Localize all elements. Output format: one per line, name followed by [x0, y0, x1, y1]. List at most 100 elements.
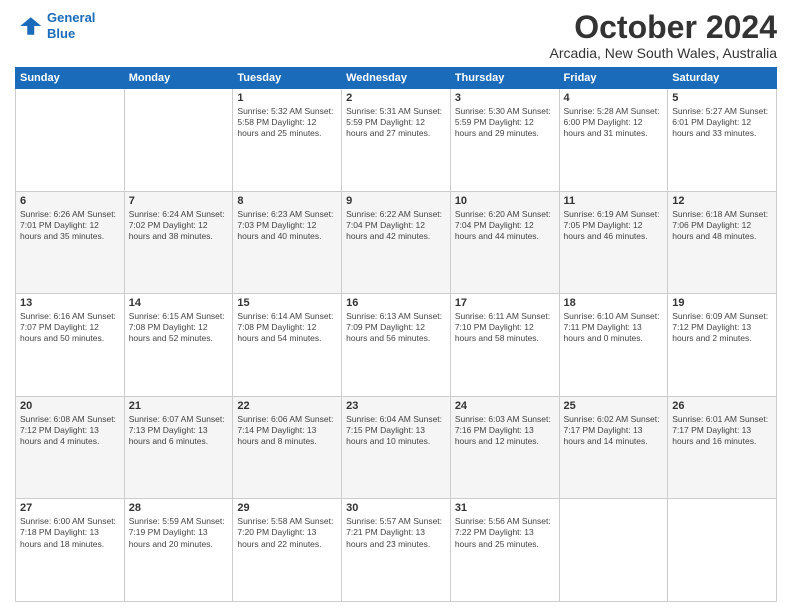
cell-content: Sunrise: 6:23 AM Sunset: 7:03 PM Dayligh… — [237, 209, 337, 242]
day-number: 27 — [20, 502, 120, 514]
cell-content: Sunrise: 6:26 AM Sunset: 7:01 PM Dayligh… — [20, 209, 120, 242]
day-number: 8 — [237, 195, 337, 207]
day-number: 11 — [564, 195, 664, 207]
cell-content: Sunrise: 5:32 AM Sunset: 5:58 PM Dayligh… — [237, 106, 337, 139]
calendar-cell: 19 Sunrise: 6:09 AM Sunset: 7:12 PM Dayli… — [668, 294, 777, 397]
cell-content: Sunrise: 6:11 AM Sunset: 7:10 PM Dayligh… — [455, 311, 555, 344]
title-block: October 2024 Arcadia, New South Wales, A… — [550, 10, 777, 61]
calendar-cell: 4 Sunrise: 5:28 AM Sunset: 6:00 PM Daylig… — [559, 89, 668, 192]
calendar-cell: 10Sunrise: 6:20 AM Sunset: 7:04 PM Dayli… — [450, 191, 559, 294]
cell-content: Sunrise: 6:15 AM Sunset: 7:08 PM Dayligh… — [129, 311, 229, 344]
calendar-week-4: 20 Sunrise: 6:08 AM Sunset: 7:12 PM Dayli… — [16, 396, 777, 499]
day-number: 4 — [564, 92, 664, 104]
cell-content: Sunrise: 5:28 AM Sunset: 6:00 PM Dayligh… — [564, 106, 664, 139]
logo-line2: Blue — [47, 26, 75, 41]
calendar-cell: 16Sunrise: 6:13 AM Sunset: 7:09 PM Dayli… — [342, 294, 451, 397]
header-cell-saturday: Saturday — [668, 68, 777, 89]
header-cell-friday: Friday — [559, 68, 668, 89]
calendar-cell: 29 Sunrise: 5:58 AM Sunset: 7:20 PM Dayli… — [233, 499, 342, 602]
logo-icon — [15, 12, 43, 40]
calendar-cell: 24Sunrise: 6:03 AM Sunset: 7:16 PM Dayli… — [450, 396, 559, 499]
day-number: 22 — [237, 400, 337, 412]
cell-content: Sunrise: 6:19 AM Sunset: 7:05 PM Dayligh… — [564, 209, 664, 242]
day-number: 15 — [237, 297, 337, 309]
calendar-week-1: 1 Sunrise: 5:32 AM Sunset: 5:58 PM Daylig… — [16, 89, 777, 192]
calendar-cell: 13 Sunrise: 6:16 AM Sunset: 7:07 PM Dayli… — [16, 294, 125, 397]
cell-content: Sunrise: 6:06 AM Sunset: 7:14 PM Dayligh… — [237, 414, 337, 447]
calendar-cell: 28 Sunrise: 5:59 AM Sunset: 7:19 PM Dayli… — [124, 499, 233, 602]
calendar-cell: 27 Sunrise: 6:00 AM Sunset: 7:18 PM Dayli… — [16, 499, 125, 602]
calendar-cell: 26Sunrise: 6:01 AM Sunset: 7:17 PM Dayli… — [668, 396, 777, 499]
calendar-cell — [559, 499, 668, 602]
calendar-cell: 25Sunrise: 6:02 AM Sunset: 7:17 PM Dayli… — [559, 396, 668, 499]
cell-content: Sunrise: 6:20 AM Sunset: 7:04 PM Dayligh… — [455, 209, 555, 242]
cell-content: Sunrise: 5:57 AM Sunset: 7:21 PM Dayligh… — [346, 516, 446, 549]
cell-content: Sunrise: 6:22 AM Sunset: 7:04 PM Dayligh… — [346, 209, 446, 242]
calendar-cell: 31Sunrise: 5:56 AM Sunset: 7:22 PM Dayli… — [450, 499, 559, 602]
day-number: 1 — [237, 92, 337, 104]
day-number: 29 — [237, 502, 337, 514]
day-number: 31 — [455, 502, 555, 514]
cell-content: Sunrise: 6:08 AM Sunset: 7:12 PM Dayligh… — [20, 414, 120, 447]
calendar-cell: 30 Sunrise: 5:57 AM Sunset: 7:21 PM Dayli… — [342, 499, 451, 602]
header-cell-thursday: Thursday — [450, 68, 559, 89]
day-number: 2 — [346, 92, 446, 104]
calendar-title: October 2024 — [550, 10, 777, 45]
cell-content: Sunrise: 5:58 AM Sunset: 7:20 PM Dayligh… — [237, 516, 337, 549]
day-number: 21 — [129, 400, 229, 412]
calendar-cell: 23Sunrise: 6:04 AM Sunset: 7:15 PM Dayli… — [342, 396, 451, 499]
day-number: 9 — [346, 195, 446, 207]
day-number: 5 — [672, 92, 772, 104]
day-number: 17 — [455, 297, 555, 309]
header-cell-tuesday: Tuesday — [233, 68, 342, 89]
calendar-header-row: SundayMondayTuesdayWednesdayThursdayFrid… — [16, 68, 777, 89]
cell-content: Sunrise: 5:30 AM Sunset: 5:59 PM Dayligh… — [455, 106, 555, 139]
cell-content: Sunrise: 6:14 AM Sunset: 7:08 PM Dayligh… — [237, 311, 337, 344]
header-cell-monday: Monday — [124, 68, 233, 89]
cell-content: Sunrise: 5:27 AM Sunset: 6:01 PM Dayligh… — [672, 106, 772, 139]
day-number: 23 — [346, 400, 446, 412]
calendar-cell — [668, 499, 777, 602]
calendar-cell: 8 Sunrise: 6:23 AM Sunset: 7:03 PM Daylig… — [233, 191, 342, 294]
cell-content: Sunrise: 6:16 AM Sunset: 7:07 PM Dayligh… — [20, 311, 120, 344]
cell-content: Sunrise: 6:07 AM Sunset: 7:13 PM Dayligh… — [129, 414, 229, 447]
cell-content: Sunrise: 6:24 AM Sunset: 7:02 PM Dayligh… — [129, 209, 229, 242]
calendar-cell: 1 Sunrise: 5:32 AM Sunset: 5:58 PM Daylig… — [233, 89, 342, 192]
header-cell-sunday: Sunday — [16, 68, 125, 89]
day-number: 28 — [129, 502, 229, 514]
day-number: 6 — [20, 195, 120, 207]
calendar-cell — [16, 89, 125, 192]
cell-content: Sunrise: 6:01 AM Sunset: 7:17 PM Dayligh… — [672, 414, 772, 447]
cell-content: Sunrise: 6:09 AM Sunset: 7:12 PM Dayligh… — [672, 311, 772, 344]
page: General Blue October 2024 Arcadia, New S… — [0, 0, 792, 612]
calendar-table: SundayMondayTuesdayWednesdayThursdayFrid… — [15, 67, 777, 602]
day-number: 19 — [672, 297, 772, 309]
day-number: 18 — [564, 297, 664, 309]
calendar-cell: 21 Sunrise: 6:07 AM Sunset: 7:13 PM Dayli… — [124, 396, 233, 499]
cell-content: Sunrise: 6:00 AM Sunset: 7:18 PM Dayligh… — [20, 516, 120, 549]
day-number: 13 — [20, 297, 120, 309]
header: General Blue October 2024 Arcadia, New S… — [15, 10, 777, 61]
calendar-cell: 20 Sunrise: 6:08 AM Sunset: 7:12 PM Dayli… — [16, 396, 125, 499]
calendar-week-5: 27 Sunrise: 6:00 AM Sunset: 7:18 PM Dayli… — [16, 499, 777, 602]
cell-content: Sunrise: 6:13 AM Sunset: 7:09 PM Dayligh… — [346, 311, 446, 344]
calendar-cell: 15 Sunrise: 6:14 AM Sunset: 7:08 PM Dayli… — [233, 294, 342, 397]
day-number: 30 — [346, 502, 446, 514]
cell-content: Sunrise: 5:59 AM Sunset: 7:19 PM Dayligh… — [129, 516, 229, 549]
cell-content: Sunrise: 6:02 AM Sunset: 7:17 PM Dayligh… — [564, 414, 664, 447]
calendar-subtitle: Arcadia, New South Wales, Australia — [550, 45, 777, 61]
logo-text: General Blue — [47, 10, 95, 41]
cell-content: Sunrise: 6:10 AM Sunset: 7:11 PM Dayligh… — [564, 311, 664, 344]
calendar-cell: 22 Sunrise: 6:06 AM Sunset: 7:14 PM Dayli… — [233, 396, 342, 499]
calendar-week-2: 6 Sunrise: 6:26 AM Sunset: 7:01 PM Daylig… — [16, 191, 777, 294]
day-number: 20 — [20, 400, 120, 412]
cell-content: Sunrise: 5:31 AM Sunset: 5:59 PM Dayligh… — [346, 106, 446, 139]
logo-line1: General — [47, 10, 95, 25]
day-number: 7 — [129, 195, 229, 207]
calendar-cell: 7 Sunrise: 6:24 AM Sunset: 7:02 PM Daylig… — [124, 191, 233, 294]
calendar-cell: 14 Sunrise: 6:15 AM Sunset: 7:08 PM Dayli… — [124, 294, 233, 397]
day-number: 24 — [455, 400, 555, 412]
logo: General Blue — [15, 10, 95, 41]
day-number: 14 — [129, 297, 229, 309]
calendar-cell: 12Sunrise: 6:18 AM Sunset: 7:06 PM Dayli… — [668, 191, 777, 294]
